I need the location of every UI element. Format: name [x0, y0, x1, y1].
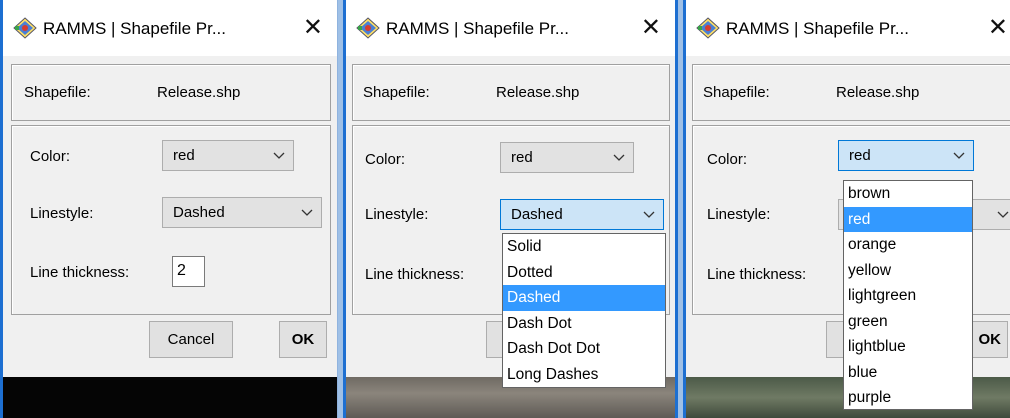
shapefile-properties-dialog-1: RAMMS | Shapefile Pr... ✕ Shapefile: Rel… — [0, 0, 338, 418]
chevron-down-icon — [273, 152, 285, 160]
color-dropdown-list[interactable]: brown red orange yellow lightgreen green… — [843, 180, 973, 410]
color-label: Color: — [30, 148, 71, 165]
shapefile-label: Shapefile: — [363, 84, 430, 101]
color-dropdown-value: red — [511, 149, 533, 166]
color-option[interactable]: green — [844, 309, 972, 335]
linestyle-option[interactable]: Dotted — [503, 260, 665, 286]
chevron-down-icon — [613, 154, 625, 162]
window-title: RAMMS | Shapefile Pr... — [726, 19, 909, 38]
color-dropdown[interactable]: red — [838, 140, 974, 171]
close-icon[interactable]: ✕ — [641, 12, 661, 42]
color-dropdown[interactable]: red — [162, 140, 294, 171]
cancel-button[interactable]: Cancel — [149, 321, 233, 358]
color-label: Color: — [365, 151, 406, 168]
color-dropdown-value: red — [173, 147, 195, 164]
shapefile-value: Release.shp — [157, 84, 241, 101]
line-thickness-label: Line thickness: — [365, 266, 465, 283]
color-option[interactable]: yellow — [844, 258, 972, 284]
shapefile-panel: Shapefile: Release.shp — [11, 64, 331, 121]
color-option[interactable]: lightgreen — [844, 283, 972, 309]
window-title: RAMMS | Shapefile Pr... — [43, 19, 226, 38]
shapefile-value: Release.shp — [496, 84, 580, 101]
shapefile-value: Release.shp — [836, 84, 920, 101]
linestyle-option[interactable]: Dash Dot Dot — [503, 336, 665, 362]
chevron-down-icon — [953, 152, 965, 160]
linestyle-label: Linestyle: — [707, 206, 771, 223]
linestyle-dropdown-value: Dashed — [511, 206, 563, 223]
linestyle-label: Linestyle: — [30, 205, 94, 222]
linestyle-dropdown[interactable]: Dashed — [500, 199, 664, 230]
chevron-down-icon — [301, 209, 313, 217]
shapefile-label: Shapefile: — [703, 84, 770, 101]
linestyle-option[interactable]: Long Dashes — [503, 362, 665, 388]
linestyle-option[interactable]: Dash Dot — [503, 311, 665, 337]
chevron-down-icon — [643, 211, 655, 219]
ramms-app-icon — [356, 17, 380, 39]
linestyle-option-selected[interactable]: Dashed — [503, 285, 665, 311]
ramms-app-icon — [13, 17, 37, 39]
shapefile-panel: Shapefile: Release.shp — [352, 64, 670, 121]
color-dropdown-value: red — [849, 147, 871, 164]
chevron-down-icon — [997, 211, 1009, 219]
color-dropdown[interactable]: red — [500, 142, 634, 173]
line-thickness-label: Line thickness: — [707, 266, 807, 283]
shapefile-label: Shapefile: — [24, 84, 91, 101]
line-thickness-label: Line thickness: — [30, 264, 130, 281]
linestyle-label: Linestyle: — [365, 206, 429, 223]
window-title: RAMMS | Shapefile Pr... — [386, 19, 569, 38]
color-option[interactable]: orange — [844, 232, 972, 258]
color-option[interactable]: brown — [844, 181, 972, 207]
properties-panel: Color: red Linestyle: Dashed Line thickn… — [11, 125, 331, 315]
linestyle-dropdown-value: Dashed — [173, 204, 225, 221]
close-icon[interactable]: ✕ — [303, 12, 323, 42]
color-option[interactable]: lightblue — [844, 334, 972, 360]
color-option[interactable]: blue — [844, 360, 972, 386]
color-option[interactable]: purple — [844, 385, 972, 411]
shapefile-panel: Shapefile: Release.shp — [692, 64, 1010, 121]
line-thickness-input[interactable]: 2 — [172, 256, 205, 287]
linestyle-dropdown-list[interactable]: Solid Dotted Dashed Dash Dot Dash Dot Do… — [502, 233, 666, 388]
shapefile-properties-dialog-2: RAMMS | Shapefile Pr... ✕ Shapefile: Rel… — [343, 0, 678, 418]
shapefile-properties-dialog-3: RAMMS | Shapefile Pr... ✕ Shapefile: Rel… — [683, 0, 1010, 418]
title-bar[interactable]: RAMMS | Shapefile Pr... ✕ — [686, 0, 1010, 56]
close-icon[interactable]: ✕ — [988, 12, 1008, 42]
title-bar[interactable]: RAMMS | Shapefile Pr... ✕ — [3, 0, 337, 56]
linestyle-option[interactable]: Solid — [503, 234, 665, 260]
linestyle-dropdown[interactable]: Dashed — [162, 197, 322, 228]
background-terrain-dark — [3, 377, 337, 418]
title-bar[interactable]: RAMMS | Shapefile Pr... ✕ — [346, 0, 675, 56]
ramms-app-icon — [696, 17, 720, 39]
color-label: Color: — [707, 151, 748, 168]
color-option-selected[interactable]: red — [844, 206, 972, 232]
ok-button[interactable]: OK — [279, 321, 327, 358]
